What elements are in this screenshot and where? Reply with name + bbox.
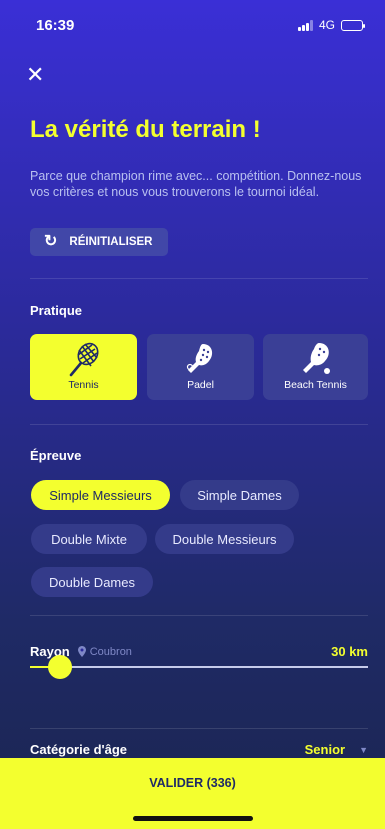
epreuve-chip-simple-dames[interactable]: Simple Dames xyxy=(180,480,299,510)
home-indicator xyxy=(132,816,253,821)
page-subtitle: Parce que champion rime avec... compétit… xyxy=(30,169,362,199)
rayon-slider-thumb[interactable] xyxy=(48,655,72,679)
chevron-down-icon[interactable]: ▼ xyxy=(359,745,368,755)
epreuve-chip-double-dames[interactable]: Double Dames xyxy=(31,567,153,597)
reset-icon: ↻ xyxy=(44,233,58,250)
sport-option-beach-tennis[interactable]: Beach Tennis xyxy=(263,334,368,400)
page-title: La vérité du terrain ! xyxy=(30,116,261,143)
reset-button[interactable]: ↻ RÉINITIALISER xyxy=(30,228,168,256)
rayon-location-text: Coubron xyxy=(89,645,132,658)
rayon-row: Rayon Coubron 30 km xyxy=(30,644,368,659)
close-icon[interactable]: ✕ xyxy=(26,64,44,86)
divider xyxy=(30,615,368,616)
epreuve-chip-double-messieurs[interactable]: Double Messieurs xyxy=(155,524,294,554)
validate-button-label: VALIDER (336) xyxy=(149,776,236,790)
age-category-value[interactable]: Senior xyxy=(305,742,345,757)
sport-option-tennis[interactable]: Tennis xyxy=(30,334,137,400)
sport-option-label: Tennis xyxy=(68,379,99,391)
location-pin-icon xyxy=(77,646,86,657)
validate-button[interactable]: VALIDER (336) xyxy=(0,758,385,829)
divider xyxy=(30,424,368,425)
reset-button-label: RÉINITIALISER xyxy=(69,236,153,248)
epreuve-chip-simple-messieurs[interactable]: Simple Messieurs xyxy=(31,480,170,510)
status-icons: 4G xyxy=(297,18,365,32)
age-category-row[interactable]: Catégorie d'âge Senior ▼ xyxy=(30,742,368,757)
rayon-location: Coubron xyxy=(77,645,132,658)
network-label: 4G xyxy=(318,18,335,32)
divider xyxy=(30,278,368,279)
age-category-label: Catégorie d'âge xyxy=(30,742,128,757)
section-label-pratique: Pratique xyxy=(30,303,83,318)
section-label-epreuve: Épreuve xyxy=(30,448,82,463)
rayon-slider[interactable] xyxy=(30,655,368,679)
divider xyxy=(30,728,368,729)
status-bar: 16:39 4G xyxy=(0,0,385,50)
tennis-racket-icon xyxy=(69,342,99,377)
sport-option-label: Beach Tennis xyxy=(284,379,347,391)
sport-option-padel[interactable]: Padel xyxy=(147,334,254,400)
signal-icon xyxy=(297,19,313,31)
status-time: 16:39 xyxy=(36,16,75,34)
padel-racket-icon xyxy=(186,344,212,373)
sport-option-label: Padel xyxy=(187,379,214,391)
beach-tennis-racket-icon xyxy=(302,343,330,374)
rayon-value: 30 km xyxy=(331,644,368,659)
epreuve-chip-double-mixte[interactable]: Double Mixte xyxy=(31,524,147,554)
battery-icon xyxy=(341,19,365,31)
